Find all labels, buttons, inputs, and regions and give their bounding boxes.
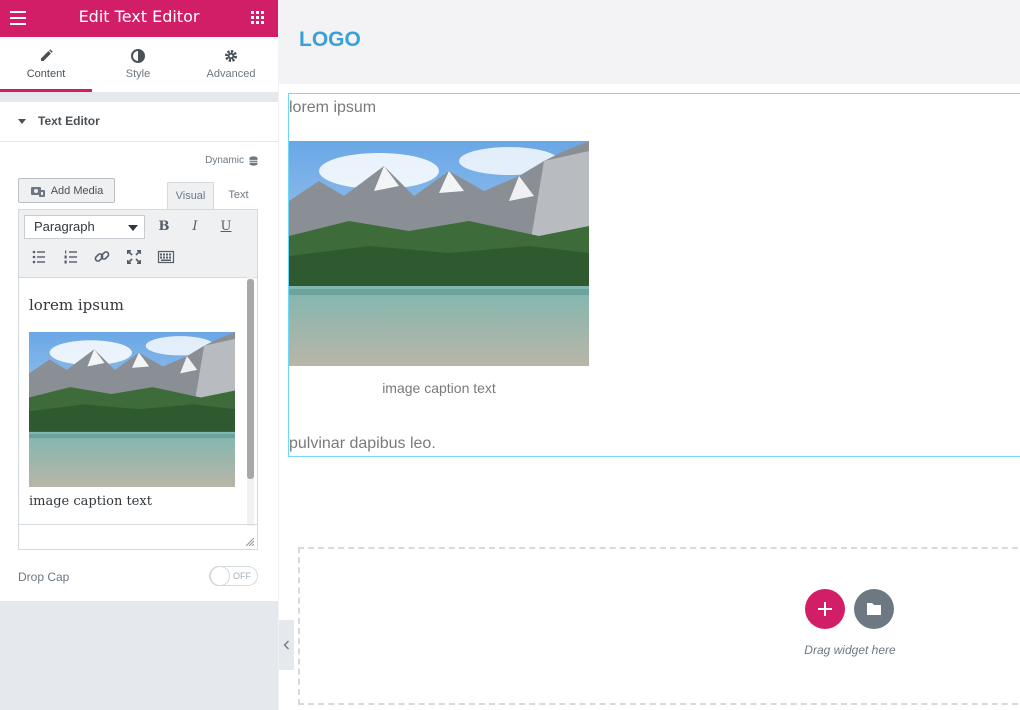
editor-scrollbar[interactable]	[247, 277, 254, 526]
canvas-mountain-image	[289, 141, 589, 366]
section-title: Text Editor	[38, 114, 100, 128]
tab-advanced[interactable]: Advanced	[185, 37, 277, 92]
tab-style[interactable]: Style	[92, 37, 184, 92]
editor-toolbar: Paragraph B I U	[19, 210, 257, 278]
fullscreen-icon[interactable]	[124, 247, 144, 267]
dynamic-tags-button[interactable]: Dynamic	[205, 155, 258, 166]
site-logo[interactable]: LOGO	[299, 28, 361, 52]
bold-button[interactable]: B	[154, 217, 174, 237]
chevron-left-icon	[283, 640, 289, 650]
editor-paragraph: lorem ipsum	[29, 296, 124, 314]
link-icon[interactable]	[92, 247, 112, 267]
tab-content-label: Content	[26, 68, 66, 80]
editor-mountain-image[interactable]	[29, 332, 235, 487]
drop-zone[interactable]	[298, 547, 1020, 705]
half-circle-icon	[131, 49, 145, 63]
drop-cap-label: Drop Cap	[18, 570, 70, 584]
canvas-image-caption: image caption text	[382, 380, 496, 396]
collapse-panel-button[interactable]	[279, 620, 294, 670]
scrollbar-thumb[interactable]	[247, 279, 254, 479]
add-template-button[interactable]	[854, 589, 894, 629]
panel-tabs: Content Style Advanced	[0, 37, 278, 92]
pencil-icon	[41, 49, 53, 61]
text-editor-section: Text Editor Dynamic Add Media Visual Tex…	[0, 102, 278, 601]
tab-content[interactable]: Content	[0, 37, 92, 92]
editor-panel: Edit Text Editor Content Style Advanced …	[0, 0, 278, 710]
canvas-paragraph: lorem ipsum	[289, 99, 377, 116]
plus-icon	[818, 602, 832, 616]
add-media-label: Add Media	[50, 184, 104, 197]
format-select[interactable]: Paragraph	[24, 215, 145, 239]
editor-statusbar	[19, 524, 257, 549]
toolbar-toggle-icon[interactable]	[156, 247, 176, 267]
resize-handle-icon[interactable]	[246, 538, 254, 546]
panel-title: Edit Text Editor	[78, 7, 200, 26]
add-section-button[interactable]	[805, 589, 845, 629]
canvas-closing-text: pulvinar dapibus leo.	[289, 435, 436, 452]
format-select-value: Paragraph	[34, 219, 95, 234]
numbered-list-icon[interactable]	[61, 247, 81, 267]
section-header[interactable]: Text Editor	[0, 102, 278, 142]
database-icon	[249, 155, 258, 166]
folder-icon	[867, 603, 881, 615]
wysiwyg-editor: Paragraph B I U lorem ipsum image captio…	[18, 209, 258, 550]
italic-button[interactable]: I	[185, 217, 205, 237]
editor-image-caption: image caption text	[29, 494, 152, 509]
site-header	[279, 0, 1020, 84]
tab-visual[interactable]: Visual	[167, 182, 214, 209]
drop-cap-toggle[interactable]: OFF	[209, 566, 258, 586]
drag-widget-hint: Drag widget here	[804, 643, 896, 657]
editor-content[interactable]: lorem ipsum image caption text	[19, 277, 245, 526]
panel-header: Edit Text Editor	[0, 0, 278, 37]
bullet-list-icon[interactable]	[29, 247, 49, 267]
add-media-button[interactable]: Add Media	[18, 178, 115, 203]
apps-grid-icon[interactable]	[251, 11, 264, 24]
toggle-state: OFF	[233, 571, 251, 581]
caret-down-icon	[18, 119, 26, 124]
tab-text[interactable]: Text	[220, 182, 257, 209]
chevron-down-icon	[128, 225, 138, 231]
tab-style-label: Style	[125, 68, 151, 80]
gear-icon	[225, 50, 237, 62]
toggle-knob	[210, 566, 230, 586]
tab-advanced-label: Advanced	[206, 68, 256, 80]
underline-button[interactable]: U	[216, 217, 236, 237]
media-icon	[30, 186, 45, 197]
dynamic-label: Dynamic	[205, 155, 244, 166]
